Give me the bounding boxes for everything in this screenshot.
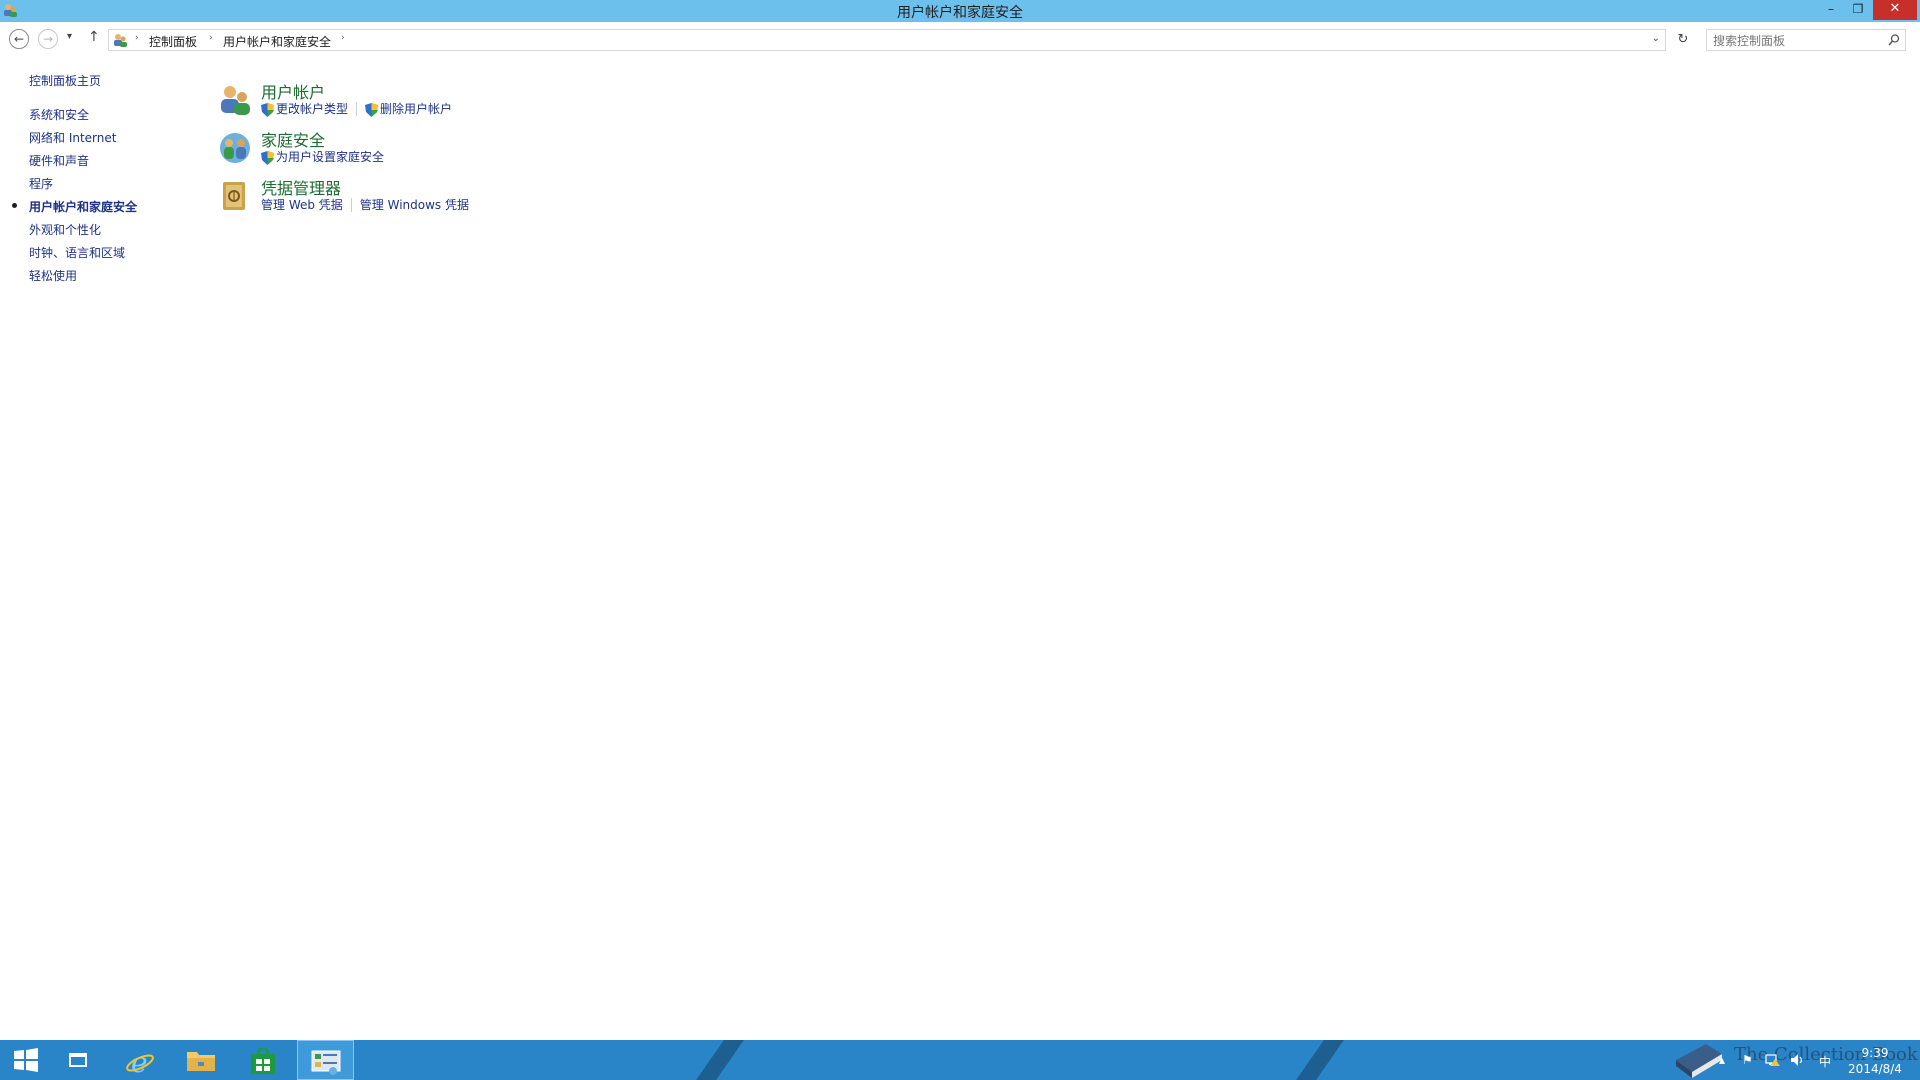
- sidebar-item-system-security[interactable]: 系统和安全: [29, 106, 89, 123]
- address-dropdown-button[interactable]: ⌄: [1652, 33, 1660, 44]
- sidebar-item-ease-of-access[interactable]: 轻松使用: [29, 267, 77, 284]
- sidebar-item-appearance[interactable]: 外观和个性化: [29, 221, 101, 238]
- sidebar-item-user-accounts[interactable]: 用户帐户和家庭安全: [12, 198, 138, 215]
- family-safety-icon[interactable]: [218, 131, 252, 165]
- link-label: 为用户设置家庭安全: [276, 150, 385, 164]
- sidebar-item-programs[interactable]: 程序: [29, 175, 53, 192]
- network-icon[interactable]: [1765, 1053, 1781, 1067]
- volume-icon[interactable]: [1790, 1053, 1806, 1067]
- taskbar-control-panel[interactable]: [297, 1040, 354, 1080]
- title-bar: 用户帐户和家庭安全 – ❐ ✕: [0, 0, 1920, 22]
- link-divider: [356, 101, 358, 116]
- manage-windows-credentials-link[interactable]: 管理 Windows 凭据: [360, 196, 469, 213]
- uac-shield-icon: [261, 102, 274, 117]
- sidebar-item-label: 用户帐户和家庭安全: [29, 200, 138, 214]
- ie-icon: e: [126, 1048, 154, 1076]
- show-hidden-icons-button[interactable]: ▴: [1719, 1053, 1725, 1067]
- link-label: 更改帐户类型: [276, 102, 349, 116]
- store-icon: [251, 1048, 275, 1074]
- taskbar-internet-explorer[interactable]: e: [112, 1040, 164, 1080]
- search-box[interactable]: [1706, 29, 1906, 51]
- clock-time: 9:39: [1861, 1046, 1889, 1060]
- minimize-button[interactable]: –: [1818, 0, 1844, 20]
- taskbar-file-explorer[interactable]: [173, 1040, 225, 1080]
- taskbar-store[interactable]: [236, 1040, 288, 1080]
- sidebar-home-link[interactable]: 控制面板主页: [29, 72, 101, 89]
- breadcrumb-separator[interactable]: ›: [209, 33, 213, 43]
- link-divider: [350, 197, 352, 212]
- window-title: 用户帐户和家庭安全: [897, 5, 1023, 21]
- action-center-flag-icon[interactable]: ⚑: [1742, 1053, 1753, 1067]
- category-links: 为用户设置家庭安全: [261, 148, 384, 165]
- set-up-family-safety-link[interactable]: 为用户设置家庭安全: [261, 148, 384, 165]
- navigation-bar: ← → ▾ ↑ › 控制面板 › 用户帐户和家庭安全 › ⌄ ↻: [0, 25, 1920, 55]
- folder-icon: [187, 1052, 215, 1071]
- restore-button[interactable]: ❐: [1845, 0, 1871, 20]
- breadcrumb-separator[interactable]: ›: [341, 33, 345, 43]
- start-button[interactable]: [0, 1040, 52, 1080]
- active-bullet: [12, 203, 17, 208]
- sidebar-item-hardware-sound[interactable]: 硬件和声音: [29, 152, 89, 169]
- uac-shield-icon: [365, 102, 379, 117]
- taskbar-stripe: [1295, 1040, 1345, 1080]
- refresh-button[interactable]: ↻: [1672, 29, 1694, 51]
- up-button[interactable]: ↑: [88, 29, 100, 45]
- clock-date: 2014/8/4: [1848, 1062, 1902, 1076]
- category-links: 管理 Web 凭据 管理 Windows 凭据: [261, 196, 469, 213]
- breadcrumb-separator[interactable]: ›: [135, 33, 139, 43]
- uac-shield-icon: [261, 150, 274, 165]
- server-manager-icon: [69, 1053, 87, 1067]
- credential-vault-icon[interactable]: [218, 179, 252, 213]
- change-account-type-link[interactable]: 更改帐户类型: [261, 100, 348, 117]
- search-input[interactable]: [1711, 32, 1885, 50]
- breadcrumb-user-accounts[interactable]: 用户帐户和家庭安全: [223, 33, 331, 50]
- delete-user-account-link[interactable]: 删除用户帐户: [365, 100, 452, 117]
- category-links: 更改帐户类型 删除用户帐户: [261, 100, 452, 117]
- windows-logo-icon: [14, 1048, 38, 1072]
- manage-web-credentials-link[interactable]: 管理 Web 凭据: [261, 196, 343, 213]
- users-icon: [114, 34, 127, 47]
- taskbar-stripe: [695, 1040, 745, 1080]
- breadcrumb-control-panel[interactable]: 控制面板: [149, 33, 197, 50]
- taskbar: e: [0, 1040, 1920, 1080]
- sidebar-item-network[interactable]: 网络和 Internet: [29, 129, 116, 146]
- address-bar[interactable]: › 控制面板 › 用户帐户和家庭安全 › ⌄: [108, 29, 1666, 51]
- close-button[interactable]: ✕: [1873, 0, 1917, 20]
- sidebar-item-clock-region[interactable]: 时钟、语言和区域: [29, 244, 125, 261]
- recent-locations-button[interactable]: ▾: [67, 31, 72, 42]
- users-icon[interactable]: [218, 83, 252, 117]
- forward-button[interactable]: →: [38, 29, 58, 49]
- search-icon[interactable]: [1887, 33, 1901, 47]
- back-button[interactable]: ←: [9, 29, 29, 49]
- taskbar-server-manager[interactable]: [52, 1040, 104, 1080]
- input-method-indicator[interactable]: 中: [1819, 1053, 1831, 1070]
- link-label: 删除用户帐户: [380, 102, 453, 116]
- control-panel-icon: [311, 1050, 341, 1075]
- system-clock[interactable]: 9:39 2014/8/4: [1840, 1045, 1910, 1077]
